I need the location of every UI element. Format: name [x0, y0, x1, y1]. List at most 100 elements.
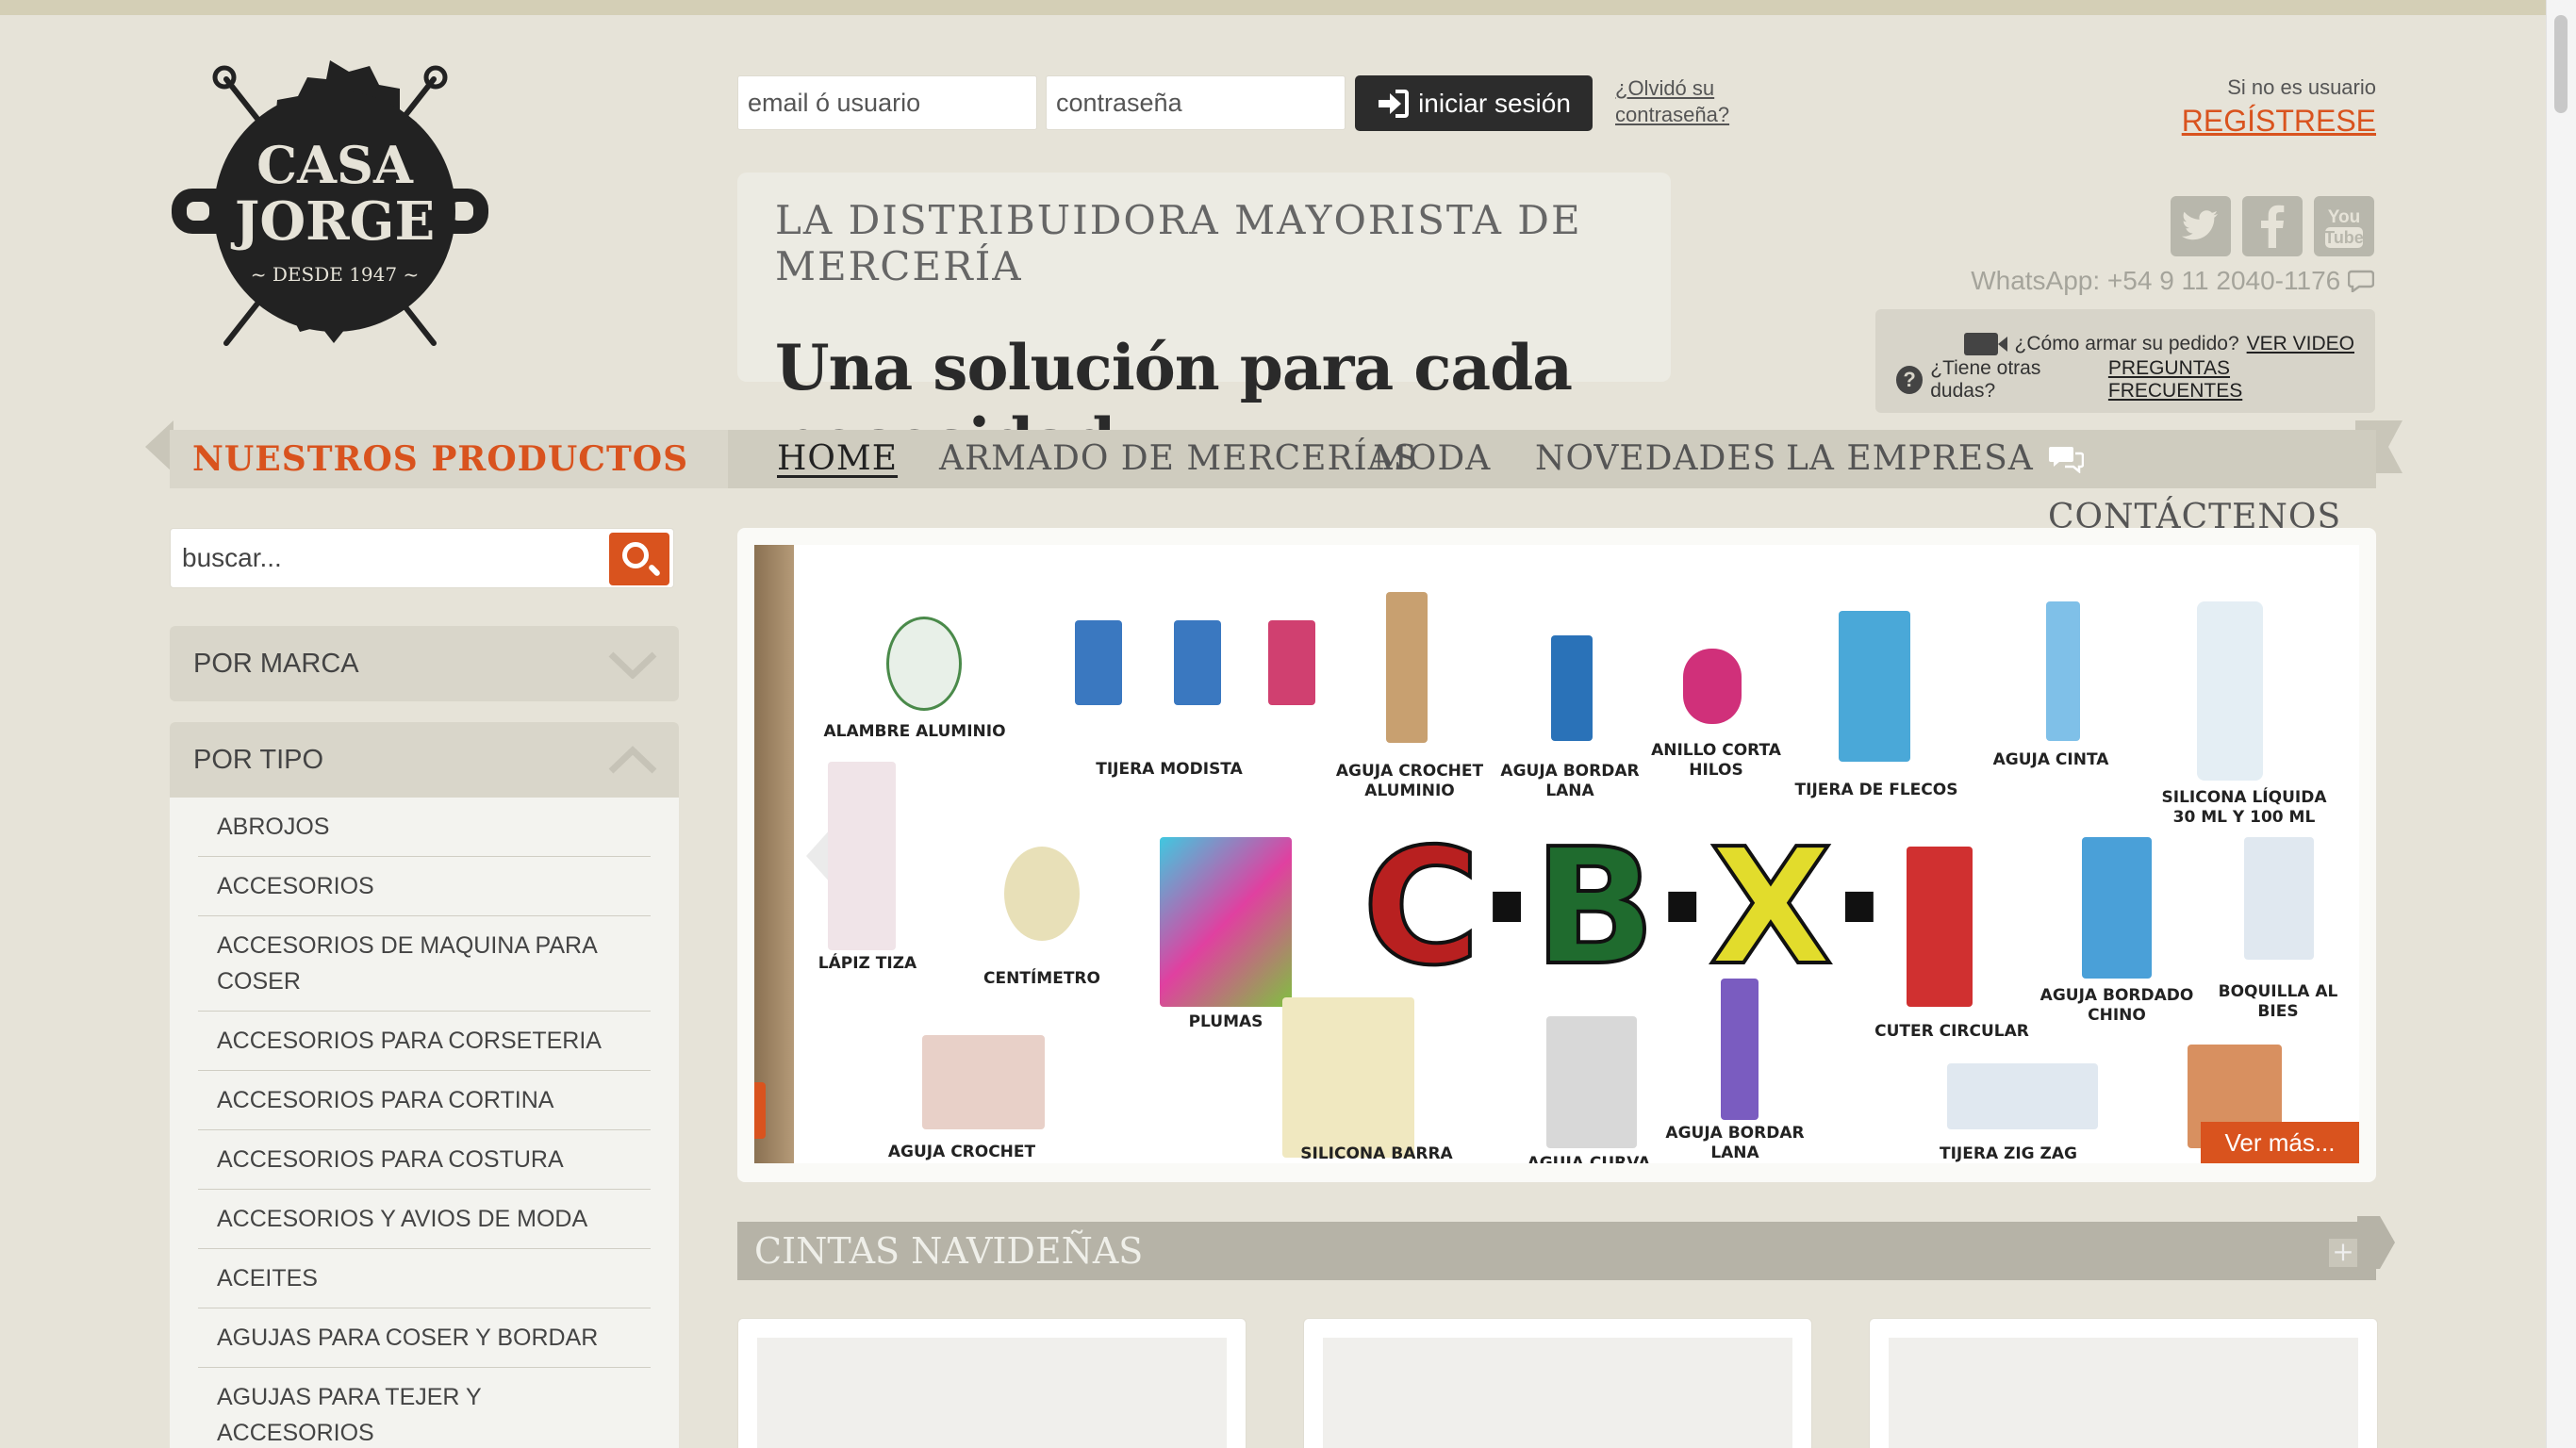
product-image — [2244, 837, 2314, 960]
filter-por-marca[interactable]: POR MARCA — [170, 626, 679, 701]
facebook-icon[interactable] — [2242, 196, 2303, 256]
login-button[interactable]: iniciar sesión — [1355, 75, 1593, 131]
main-nav: NUESTROS PRODUCTOS HOME ARMADO DE MERCER… — [170, 430, 2376, 536]
scrollbar[interactable] — [2546, 0, 2576, 1448]
faq-help-text: ¿Tiene otras dudas? — [1930, 357, 2041, 402]
product-label[interactable]: AGUJA BORDAR LANA — [1499, 762, 1641, 801]
product-label[interactable]: BOQUILLA AL BIES — [2197, 982, 2359, 1022]
faq-help-row: ? ¿Tiene otras dudas? PREGUNTAS FRECUENT… — [1896, 357, 2354, 402]
product-label[interactable]: SILICONA BARRA GOLD — [1282, 1144, 1471, 1163]
type-item[interactable]: AGUJAS PARA TEJER Y ACCESORIOS — [198, 1368, 651, 1448]
password-input[interactable]: contraseña — [1046, 75, 1346, 130]
video-camera-icon — [1963, 333, 2007, 355]
product-image — [1174, 620, 1221, 705]
nav-item-armado[interactable]: ARMADO DE MERCERÍAS — [939, 430, 1417, 488]
youtube-icon[interactable]: You Tube — [2314, 196, 2374, 256]
expand-icon[interactable]: + — [2329, 1239, 2357, 1267]
product-image — [1839, 611, 1910, 762]
product-image — [1683, 649, 1742, 724]
product-label[interactable]: AGUJA CURVA — [1499, 1154, 1678, 1163]
product-label[interactable]: SILICONA LÍQUIDA 30 ML Y 100 ML — [2150, 788, 2338, 828]
product-label[interactable]: TIJERA DE FLECOS — [1792, 781, 1961, 800]
product-image — [886, 617, 962, 711]
twitter-icon[interactable] — [2171, 196, 2231, 256]
product-card-image — [757, 1338, 1227, 1448]
chevron-up-icon — [608, 746, 657, 774]
product-label[interactable]: CUTER CIRCULAR — [1867, 1022, 2037, 1042]
type-item[interactable]: ACCESORIOS DE MAQUINA PARA COSER — [198, 916, 651, 1012]
type-item[interactable]: ACCESORIOS PARA COSTURA — [198, 1130, 651, 1190]
product-card-image — [1889, 1338, 2358, 1448]
nav-item-home[interactable]: HOME — [777, 430, 898, 488]
casa-jorge-logo[interactable]: CASA JORGE ~ DESDE 1947 ~ — [170, 60, 490, 362]
product-label[interactable]: ANILLO CORTA HILOS — [1650, 741, 1782, 781]
nav-products[interactable]: NUESTROS PRODUCTOS — [170, 430, 728, 488]
product-label[interactable]: ALAMBRE ALUMINIO — [811, 722, 1018, 742]
product-label[interactable]: AGUJA CROCHET SILICONA — [849, 1143, 1075, 1163]
product-label[interactable]: TIJERA MODISTA — [1075, 760, 1263, 780]
logo-line3: ~ DESDE 1947 ~ — [251, 263, 419, 286]
product-label[interactable]: PLUMAS — [1169, 1012, 1282, 1032]
product-image — [1907, 847, 1973, 1007]
ver-mas-button[interactable]: Ver más... — [2201, 1122, 2359, 1163]
faq-link[interactable]: PREGUNTAS FRECUENTES — [2108, 357, 2354, 403]
product-card[interactable] — [1869, 1318, 2378, 1448]
section-title: CINTAS NAVIDEÑAS — [754, 1230, 1144, 1272]
register-link[interactable]: REGÍSTRESE — [2182, 104, 2376, 139]
product-image — [828, 762, 896, 950]
filter-por-tipo-label: POR TIPO — [193, 745, 324, 775]
tagline-box: LA DISTRIBUIDORA MAYORISTA DE MERCERÍA U… — [737, 173, 1671, 478]
chat-bubble-icon — [2347, 270, 2375, 294]
product-card-image — [1323, 1338, 1792, 1448]
product-label[interactable]: LÁPIZ TIZA — [801, 954, 933, 974]
product-label[interactable]: AGUJA BORDADO CHINO — [2037, 986, 2197, 1026]
whatsapp-text: WhatsApp: +54 9 11 2040-1176 — [1971, 266, 2341, 295]
nav-item-empresa[interactable]: LA EMPRESA — [1786, 430, 2034, 488]
product-label[interactable]: TIJERA ZIG ZAG — [1924, 1144, 2093, 1163]
filter-por-marca-label: POR MARCA — [193, 649, 359, 679]
email-input[interactable]: email ó usuario — [737, 75, 1037, 130]
cbx-banner[interactable]: ALAMBRE ALUMINIO TIJERA MODISTA AGUJA CR… — [754, 545, 2359, 1163]
register-block: Si no es usuario REGÍSTRESE — [2182, 75, 2376, 139]
type-item[interactable]: ACCESORIOS — [198, 857, 651, 916]
product-image — [1947, 1063, 2098, 1129]
ver-video-link[interactable]: VER VIDEO — [2247, 333, 2354, 355]
forgot-password-link[interactable]: ¿Olvidó su contraseña? — [1615, 75, 1757, 128]
question-icon: ? — [1896, 366, 1924, 394]
product-label[interactable]: CENTÍMETRO — [966, 969, 1117, 989]
logo-line2: JORGE — [230, 190, 435, 253]
banner-side-image — [754, 545, 794, 1163]
svg-text:You: You — [2328, 207, 2360, 227]
type-item[interactable]: ACCESORIOS PARA CORTINA — [198, 1071, 651, 1130]
top-bar — [0, 0, 2546, 15]
nav-item-moda[interactable]: MODA — [1373, 430, 1491, 488]
nav-item-novedades[interactable]: NOVEDADES — [1535, 430, 1776, 488]
product-image — [1160, 837, 1292, 1007]
type-list: ABROJOS ACCESORIOS ACCESORIOS DE MAQUINA… — [170, 798, 679, 1448]
section-ribbon — [2357, 1216, 2395, 1269]
product-card[interactable] — [737, 1318, 1247, 1448]
filter-por-tipo[interactable]: POR TIPO — [170, 722, 679, 798]
search-box[interactable]: buscar... — [170, 528, 674, 588]
product-label[interactable]: AGUJA BORDAR LANA — [1664, 1124, 1806, 1163]
cbx-brand-logo: C·B·X· — [1361, 814, 1890, 1001]
type-item[interactable]: ACCESORIOS Y AVIOS DE MODA — [198, 1190, 651, 1249]
tagline-subtitle: LA DISTRIBUIDORA MAYORISTA DE MERCERÍA — [775, 197, 1582, 289]
scrollbar-thumb[interactable] — [2554, 15, 2568, 113]
type-item[interactable]: ACEITES — [198, 1249, 651, 1308]
register-prompt: Si no es usuario — [2227, 75, 2376, 99]
section-header[interactable]: CINTAS NAVIDEÑAS + — [737, 1222, 2376, 1280]
product-card[interactable] — [1303, 1318, 1812, 1448]
whatsapp-contact[interactable]: WhatsApp: +54 9 11 2040-1176 — [1971, 266, 2375, 296]
type-item[interactable]: ABROJOS — [198, 798, 651, 857]
product-image — [1282, 997, 1414, 1158]
type-item[interactable]: ACCESORIOS PARA CORSETERIA — [198, 1012, 651, 1071]
search-input[interactable]: buscar... — [182, 529, 282, 587]
search-icon — [622, 542, 649, 568]
product-image — [2046, 601, 2080, 741]
type-item[interactable]: AGUJAS PARA COSER Y BORDAR — [198, 1308, 651, 1368]
product-label[interactable]: AGUJA CINTA — [1980, 750, 2122, 770]
search-button[interactable] — [609, 533, 669, 585]
nav-item-contacto[interactable]: CONTÁCTENOS — [2048, 430, 2376, 536]
product-label[interactable]: AGUJA CROCHET ALUMINIO — [1329, 762, 1490, 801]
